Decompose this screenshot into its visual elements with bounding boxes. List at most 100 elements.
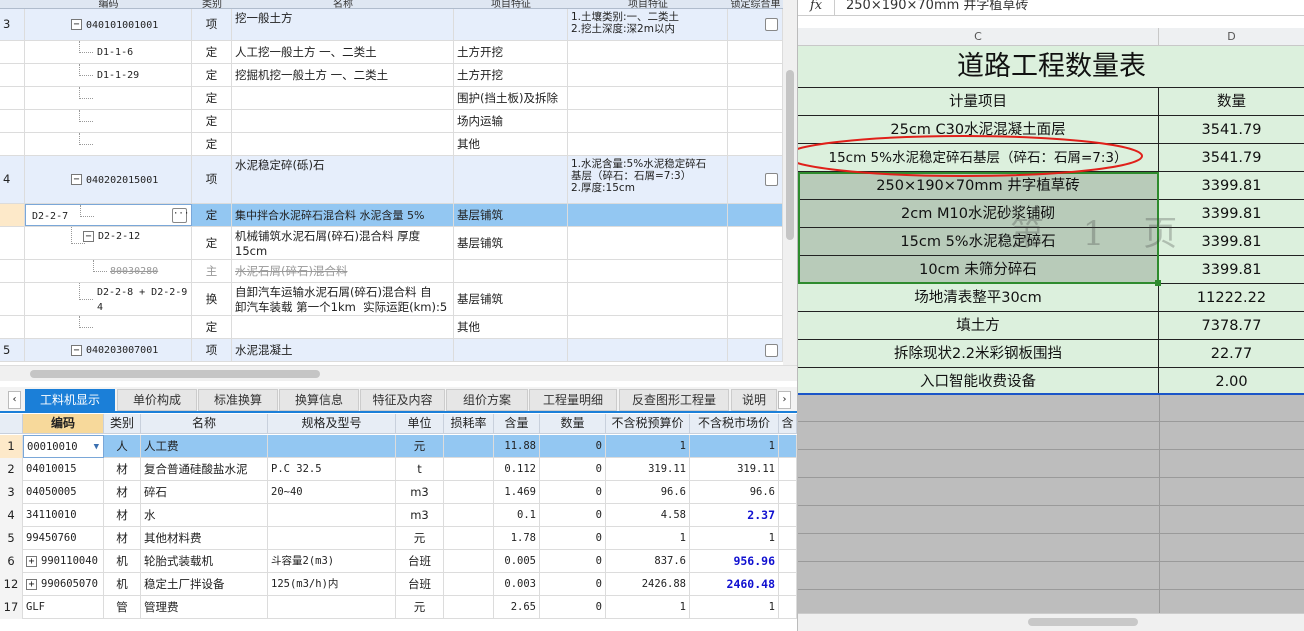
unit-cell[interactable]: t [396,458,444,481]
bill-item-row[interactable]: 5−040203007001 项水泥混凝土 [0,339,783,362]
col-header-loss[interactable]: 损耗率 [444,414,494,434]
column-header-c[interactable]: C [798,28,1159,46]
qty-cell[interactable]: 1.78 [494,527,540,550]
code-cell[interactable]: D2-2-7 ··· [25,204,192,226]
work-content-cell[interactable]: 其他 [454,316,568,338]
col-header-code[interactable]: 编码 [25,0,192,9]
bill-item-row[interactable]: 4−040202015001 项水泥稳定碎(砾)石 1.水泥含量:5%水泥稳定碎石 … [0,156,783,204]
qty-cell[interactable]: 22.77 [1159,340,1304,368]
resource-row[interactable]: 12 +990605070 机稳定土厂拌设备 125(m3/h)内 台班 0.003 0 24… [0,573,797,596]
work-content-cell[interactable]: 基层铺筑 [454,227,568,259]
col-header-more[interactable]: 含 [779,414,797,434]
col-header-qty[interactable]: 含量 [494,414,540,434]
code-cell[interactable]: +990605070 [23,573,104,596]
lock-price-checkbox[interactable] [765,343,778,357]
unit-cell[interactable]: 元 [396,527,444,550]
qty-cell[interactable]: 0.1 [494,504,540,527]
lock-price-checkbox[interactable] [765,18,778,31]
qty-cell[interactable]: 3541.79 [1159,116,1304,144]
feature-cell[interactable] [568,316,728,338]
code-cell[interactable]: 00010010 ▼ [23,435,104,458]
work-content-cell[interactable]: 围护(挡土板)及拆除 [454,87,568,109]
vertical-scrollbar[interactable] [783,0,797,365]
name-cell[interactable]: 管理费 [141,596,268,619]
col-header-blank[interactable] [0,0,25,9]
horizontal-scrollbar[interactable] [0,365,797,381]
col-header-code[interactable]: 编码 [23,414,104,434]
name-cell[interactable]: 碎石 [141,481,268,504]
collapse-toggle-icon[interactable]: − [71,174,82,185]
resource-row[interactable]: 5 99450760 材其他材料费元 1.78 0 1 1 [0,527,797,550]
name-cell[interactable] [232,87,454,109]
qty-cell[interactable]: 0.005 [494,550,540,573]
code-cell[interactable]: −040101001001 [25,9,192,40]
name-cell[interactable]: 稳定土厂拌设备 [141,573,268,596]
sheet-title-cell[interactable]: 道路工程数量表 [798,46,1304,88]
name-cell[interactable]: 挖掘机挖一般土方 一、二类土 [232,64,454,86]
name-cell[interactable]: 水泥稳定碎(砾)石 [232,156,454,203]
market-price-cell[interactable]: 96.6 [690,481,779,504]
loss-rate-cell[interactable] [444,550,494,573]
feature-cell[interactable] [568,133,728,155]
tab-6[interactable]: 工程量明细 [529,389,617,411]
work-content-cell[interactable]: 土方开挖 [454,41,568,63]
feature-cell[interactable] [568,227,728,259]
budget-price-cell[interactable]: 837.6 [606,550,690,573]
budget-price-cell[interactable]: 4.58 [606,504,690,527]
work-content-cell[interactable] [454,260,568,282]
market-price-cell[interactable]: 956.96 [690,550,779,573]
feature-cell[interactable]: 1.水泥含量:5%水泥稳定碎石 基层（碎石：石屑=7:3） 2.厚度:15cm [568,156,728,203]
name-cell[interactable]: 水泥混凝土 [232,339,454,361]
unit-cell[interactable]: 元 [396,435,444,458]
qty-cell[interactable]: 2.65 [494,596,540,619]
header-qty-cell[interactable]: 数量 [1159,88,1304,116]
quota-row[interactable]: D1-1-6 定人工挖一般土方 一、二类土 土方开挖 [0,41,783,64]
tab-5[interactable]: 组价方案 [446,389,528,411]
feature-cell[interactable] [568,41,728,63]
unit-cell[interactable]: 台班 [396,550,444,573]
feature-cell[interactable] [568,87,728,109]
qty-cell[interactable]: 11222.22 [1159,284,1304,312]
loss-rate-cell[interactable] [444,481,494,504]
col-header-unit[interactable]: 单位 [396,414,444,434]
work-content-cell[interactable]: 土方开挖 [454,64,568,86]
feature-cell[interactable] [568,64,728,86]
budget-price-cell[interactable]: 96.6 [606,481,690,504]
item-cell[interactable]: 拆除现状2.2米彩钢板围挡 [798,340,1159,368]
unit-cell[interactable]: 元 [396,596,444,619]
amount-cell[interactable]: 0 [540,527,606,550]
name-cell[interactable] [232,133,454,155]
lock-price-checkbox[interactable] [765,173,778,186]
qty-cell[interactable]: 3541.79 [1159,144,1304,172]
market-price-cell[interactable]: 1 [690,435,779,458]
budget-price-cell[interactable]: 1 [606,596,690,619]
amount-cell[interactable]: 0 [540,458,606,481]
code-cell[interactable]: D1-1-6 [25,41,192,63]
quota-row[interactable]: 定 其他 [0,316,783,339]
scrollbar-thumb[interactable] [30,370,320,378]
market-price-cell[interactable]: 2.37 [690,504,779,527]
name-cell[interactable]: 其他材料费 [141,527,268,550]
budget-price-cell[interactable]: 2426.88 [606,573,690,596]
spec-cell[interactable] [268,596,396,619]
amount-cell[interactable]: 0 [540,573,606,596]
name-cell[interactable] [232,316,454,338]
resource-row[interactable]: 4 34110010 材水 m3 0.1 0 4.58 2.37 [0,504,797,527]
code-cell[interactable]: GLF [23,596,104,619]
code-cell[interactable]: −040202015001 [25,156,192,203]
feature-cell[interactable] [568,339,728,361]
column-header-d[interactable]: D [1159,28,1304,46]
work-content-cell[interactable]: 基层铺筑 [454,204,568,226]
unit-cell[interactable]: m3 [396,504,444,527]
amount-cell[interactable]: 0 [540,504,606,527]
quota-row[interactable]: D1-1-29 定挖掘机挖一般土方 一、二类土 土方开挖 [0,64,783,87]
tab-0[interactable]: 工料机显示 [25,389,115,411]
col-header-spec[interactable]: 规格及型号 [268,414,396,434]
budget-price-cell[interactable]: 319.11 [606,458,690,481]
col-header-content[interactable]: 项目特征 [454,0,568,9]
code-cell[interactable]: 04050005 [23,481,104,504]
name-cell[interactable]: 挖一般土方 [232,9,454,40]
feature-cell[interactable] [568,283,728,315]
code-cell[interactable]: 80030280 [25,260,192,282]
collapse-toggle-icon[interactable]: − [71,19,82,30]
